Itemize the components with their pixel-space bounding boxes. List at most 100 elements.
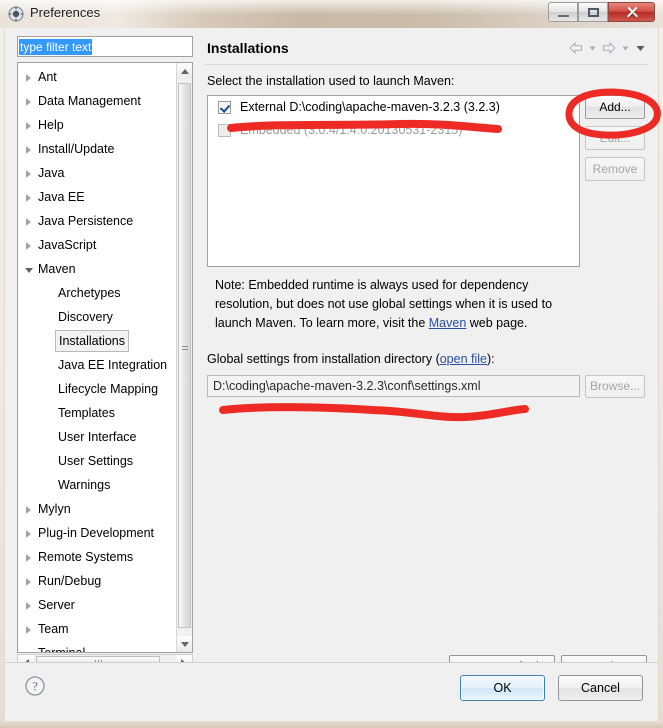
sidebar-item-label: Help — [38, 118, 64, 132]
sidebar-item-help[interactable]: Help — [18, 113, 178, 137]
triangle-collapsed-icon[interactable] — [26, 530, 31, 538]
back-arrow-icon[interactable] — [568, 41, 584, 55]
sidebar-item-maven[interactable]: Maven — [18, 257, 178, 281]
installations-list[interactable]: External D:\coding\apache-maven-3.2.3 (3… — [207, 95, 580, 267]
sidebar-item-ant[interactable]: Ant — [18, 65, 178, 89]
back-dropdown-chevron-down-icon[interactable] — [587, 41, 598, 55]
minimize-icon — [558, 15, 569, 17]
scroll-up-button[interactable] — [177, 63, 192, 79]
sidebar-item-label: Lifecycle Mapping — [58, 382, 159, 396]
sidebar-item-java-persistence[interactable]: Java Persistence — [18, 209, 178, 233]
page-title: Installations — [207, 40, 289, 56]
sidebar-item-run-debug[interactable]: Run/Debug — [18, 569, 178, 593]
more-chevron-down-icon[interactable] — [634, 41, 647, 55]
filter-input-value: type filter text — [19, 39, 93, 55]
triangle-collapsed-icon[interactable] — [26, 626, 31, 634]
triangle-collapsed-icon[interactable] — [26, 146, 31, 154]
sidebar-item-user-interface[interactable]: User Interface — [18, 425, 178, 449]
sidebar-item-user-settings[interactable]: User Settings — [18, 449, 178, 473]
sidebar-item-label: Server — [38, 598, 75, 612]
triangle-collapsed-icon[interactable] — [26, 194, 31, 202]
installation-row[interactable]: Embedded (3.0.4/1.4.0.20130531-2315) — [208, 119, 579, 142]
tree-vertical-scrollbar[interactable] — [176, 63, 192, 652]
forward-dropdown-chevron-down-icon[interactable] — [620, 41, 631, 55]
sidebar-item-mylyn[interactable]: Mylyn — [18, 497, 178, 521]
sidebar-item-java[interactable]: Java — [18, 161, 178, 185]
triangle-collapsed-icon[interactable] — [26, 602, 31, 610]
installation-checkbox[interactable] — [218, 101, 231, 114]
settings-path-field[interactable]: D:\coding\apache-maven-3.2.3\conf\settin… — [207, 375, 580, 397]
gear-icon — [8, 6, 24, 22]
triangle-collapsed-icon[interactable] — [26, 554, 31, 562]
sidebar-item-label: Installations — [55, 330, 130, 352]
window-title: Preferences — [30, 5, 101, 20]
tree-scroll-thumb[interactable] — [178, 83, 191, 628]
installation-label: Embedded (3.0.4/1.4.0.20130531-2315) — [240, 123, 463, 137]
sidebar-item-archetypes[interactable]: Archetypes — [18, 281, 178, 305]
triangle-collapsed-icon[interactable] — [26, 218, 31, 226]
edit-button: Edit... — [585, 126, 645, 150]
triangle-collapsed-icon[interactable] — [26, 578, 31, 586]
sidebar-item-plug-in-development[interactable]: Plug-in Development — [18, 521, 178, 545]
close-button[interactable] — [608, 2, 655, 22]
installation-row[interactable]: External D:\coding\apache-maven-3.2.3 (3… — [208, 96, 579, 119]
ok-button[interactable]: OK — [460, 675, 545, 701]
add-button[interactable]: Add... — [585, 95, 645, 119]
window-bottom-edge — [0, 721, 663, 728]
preferences-dialog: Preferences type filter text Ant Data Man… — [0, 0, 663, 728]
sidebar-item-label: Templates — [58, 406, 115, 420]
triangle-collapsed-icon[interactable] — [26, 122, 31, 130]
triangle-up-icon — [181, 69, 189, 74]
sidebar-item-team[interactable]: Team — [18, 617, 178, 641]
triangle-collapsed-icon[interactable] — [26, 170, 31, 178]
sidebar-item-discovery[interactable]: Discovery — [18, 305, 178, 329]
forward-arrow-icon[interactable] — [601, 41, 617, 55]
sidebar-item-label: User Interface — [58, 430, 137, 444]
triangle-down-icon — [181, 642, 189, 647]
sidebar-item-server[interactable]: Server — [18, 593, 178, 617]
maximize-icon — [588, 8, 599, 17]
title-bar: Preferences — [0, 0, 663, 28]
sidebar-item-label: Warnings — [58, 478, 111, 492]
preferences-tree[interactable]: Ant Data Management Help Install/Update Java… — [17, 62, 193, 653]
installation-label: External D:\coding\apache-maven-3.2.3 (3… — [240, 100, 500, 114]
sidebar-item-data-management[interactable]: Data Management — [18, 89, 178, 113]
scroll-down-button[interactable] — [177, 636, 192, 652]
sidebar-item-label: Run/Debug — [38, 574, 102, 588]
header-divider — [205, 64, 649, 65]
triangle-collapsed-icon[interactable] — [26, 98, 31, 106]
maven-link[interactable]: Maven — [429, 316, 467, 330]
sidebar-item-javascript[interactable]: JavaScript — [18, 233, 178, 257]
triangle-collapsed-icon[interactable] — [26, 242, 31, 250]
help-icon[interactable]: ? — [24, 675, 46, 697]
sidebar-item-terminal[interactable]: Terminal — [18, 641, 178, 652]
sidebar-item-warnings[interactable]: Warnings — [18, 473, 178, 497]
sidebar-item-label: Remote Systems — [38, 550, 134, 564]
sidebar-item-installations[interactable]: Installations — [18, 329, 178, 353]
sidebar-item-label: Maven — [38, 262, 76, 276]
sidebar-item-java-ee[interactable]: Java EE — [18, 185, 178, 209]
sidebar-item-remote-systems[interactable]: Remote Systems — [18, 545, 178, 569]
page-navigation — [568, 41, 647, 55]
sidebar-item-install-update[interactable]: Install/Update — [18, 137, 178, 161]
triangle-expanded-icon[interactable] — [25, 268, 33, 273]
filter-input[interactable]: type filter text — [17, 36, 193, 57]
minimize-button[interactable] — [548, 2, 578, 22]
sidebar-item-label: User Settings — [58, 454, 134, 468]
sidebar-item-label: Java — [38, 166, 65, 180]
cancel-button[interactable]: Cancel — [558, 675, 643, 701]
select-installation-label: Select the installation used to launch M… — [207, 74, 455, 88]
sidebar-item-label: Mylyn — [38, 502, 71, 516]
dialog-footer: ? OK Cancel — [4, 663, 659, 721]
svg-text:?: ? — [32, 679, 38, 694]
sidebar-item-lifecycle-mapping[interactable]: Lifecycle Mapping — [18, 377, 178, 401]
remove-button: Remove — [585, 157, 645, 181]
triangle-collapsed-icon[interactable] — [26, 74, 31, 82]
triangle-collapsed-icon[interactable] — [26, 506, 31, 514]
sidebar-item-templates[interactable]: Templates — [18, 401, 178, 425]
maximize-button[interactable] — [578, 2, 608, 22]
scroll-thumb-grip — [182, 346, 188, 352]
sidebar-item-java-ee-integration[interactable]: Java EE Integration — [18, 353, 178, 377]
global-settings-label: Global settings from installation direct… — [207, 352, 495, 366]
open-file-link[interactable]: open file — [440, 352, 487, 366]
